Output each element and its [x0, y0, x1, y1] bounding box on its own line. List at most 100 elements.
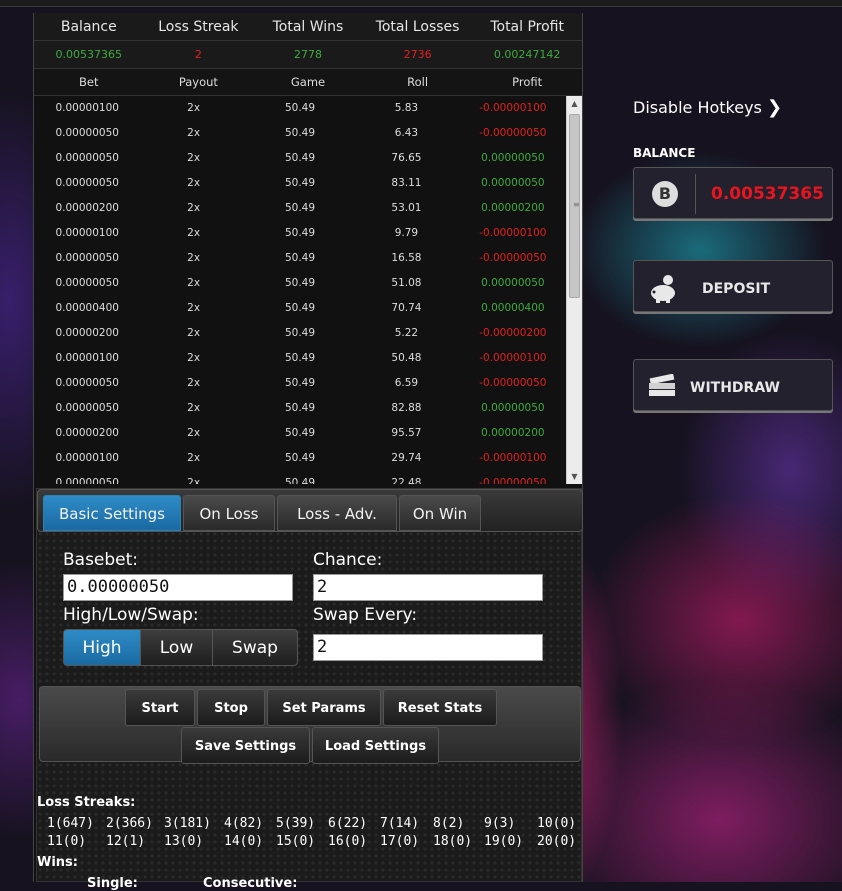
deposit-button[interactable]: DEPOSIT — [633, 260, 833, 312]
cell-game: 50.49 — [284, 327, 316, 339]
stop-button[interactable]: Stop — [197, 689, 265, 726]
stat-total-losses: 2736 — [403, 48, 432, 61]
stat-total-wins: 2778 — [293, 48, 322, 61]
loss-streak-count: 3(181) — [164, 816, 211, 831]
cell-roll: 9.79 — [394, 227, 419, 239]
scroll-up-icon[interactable]: ▲ — [567, 96, 582, 111]
swap-every-label: Swap Every: — [313, 605, 418, 625]
scroll-down-icon[interactable]: ▼ — [567, 469, 582, 484]
cell-profit: 0.00000200 — [481, 202, 545, 214]
tab-on-win[interactable]: On Win — [399, 495, 481, 531]
col-bet: Bet — [79, 75, 99, 89]
cell-roll: 5.83 — [394, 102, 419, 114]
cell-bet: 0.00000050 — [55, 477, 119, 484]
disable-hotkeys-label: Disable Hotkeys — [633, 98, 762, 117]
loss-streak-count: 8(2) — [433, 816, 465, 831]
table-row: 0.00000100 2x 50.49 50.48 -0.00000100 — [34, 346, 566, 371]
basebet-input[interactable]: 0.00000050 — [63, 574, 293, 601]
load-settings-button[interactable]: Load Settings — [312, 727, 439, 764]
loss-streak-count: 20(0) — [537, 834, 577, 849]
cell-game: 50.49 — [284, 152, 316, 164]
loss-streak-count: 6(22) — [328, 816, 368, 831]
cell-roll: 76.65 — [391, 152, 422, 164]
loss-streak-count: 15(0) — [276, 834, 316, 849]
chance-input[interactable]: 2 — [313, 574, 543, 601]
balance-value: 0.00537365 — [711, 184, 824, 204]
cell-bet: 0.00000100 — [55, 227, 119, 239]
table-row: 0.00000050 2x 50.49 76.65 0.00000050 — [34, 146, 566, 171]
cell-roll: 82.88 — [391, 402, 422, 414]
loss-streak-count: 19(0) — [484, 834, 524, 849]
table-row: 0.00000050 2x 50.49 22.48 -0.00000050 — [34, 471, 566, 484]
settings-panel: Basic Settings On Loss Loss - Adv. On Wi… — [36, 488, 583, 891]
stat-total-profit: 0.00247142 — [493, 48, 561, 61]
loss-streak-count: 11(0) — [47, 834, 87, 849]
withdraw-button[interactable]: WITHDRAW — [633, 359, 833, 411]
swap-every-input[interactable]: 2 — [313, 634, 543, 661]
cell-game: 50.49 — [284, 177, 316, 189]
cell-bet: 0.00000050 — [55, 252, 119, 264]
disable-hotkeys-link[interactable]: Disable Hotkeys ❯ — [633, 97, 782, 118]
cell-payout: 2x — [187, 427, 201, 439]
start-button[interactable]: Start — [125, 689, 195, 726]
bet-log-scrollbar[interactable]: ▲ ≡ ▼ — [566, 96, 582, 484]
wins-consecutive-label: Consecutive: — [203, 876, 298, 891]
loss-streak-count: 1(647) — [47, 816, 94, 831]
table-row: 0.00000050 2x 50.49 16.58 -0.00000050 — [34, 246, 566, 271]
col-profit: Profit — [512, 75, 543, 89]
scroll-thumb[interactable]: ≡ — [569, 114, 580, 298]
cell-bet: 0.00000050 — [55, 152, 119, 164]
cell-bet: 0.00000100 — [55, 452, 119, 464]
cell-bet: 0.00000050 — [55, 177, 119, 189]
divider — [695, 174, 696, 214]
cell-game: 50.49 — [284, 452, 316, 464]
cell-profit: -0.00000050 — [479, 377, 547, 389]
swap-button[interactable]: Swap — [212, 629, 298, 666]
stat-header-total-losses: Total Losses — [362, 13, 473, 41]
cell-roll: 6.59 — [394, 377, 419, 389]
cell-payout: 2x — [187, 277, 201, 289]
tab-on-loss[interactable]: On Loss — [183, 495, 275, 531]
cell-roll: 53.01 — [391, 202, 422, 214]
cell-bet: 0.00000100 — [55, 102, 119, 114]
cell-payout: 2x — [187, 452, 201, 464]
set-params-button[interactable]: Set Params — [267, 689, 381, 726]
tab-basic-settings[interactable]: Basic Settings — [43, 495, 181, 531]
low-button[interactable]: Low — [140, 629, 213, 666]
cell-bet: 0.00000100 — [55, 352, 119, 364]
table-row: 0.00000100 2x 50.49 5.83 -0.00000100 — [34, 96, 566, 121]
cell-profit: 0.00000050 — [481, 277, 545, 289]
cell-bet: 0.00000050 — [55, 402, 119, 414]
cell-roll: 29.74 — [391, 452, 422, 464]
cell-game: 50.49 — [284, 277, 316, 289]
cash-stack-icon — [649, 374, 675, 396]
cell-roll: 95.57 — [391, 427, 422, 439]
table-row: 0.00000200 2x 50.49 95.57 0.00000200 — [34, 421, 566, 446]
cell-game: 50.49 — [284, 427, 316, 439]
cell-bet: 0.00000050 — [55, 127, 119, 139]
loss-streak-count: 2(366) — [106, 816, 153, 831]
bet-log[interactable]: 0.00000100 2x 50.49 5.83 -0.00000100 0.000000… — [34, 96, 582, 484]
high-button[interactable]: High — [63, 629, 141, 666]
hls-label: High/Low/Swap: — [63, 605, 199, 625]
cell-payout: 2x — [187, 102, 201, 114]
reset-stats-button[interactable]: Reset Stats — [383, 689, 497, 726]
cell-game: 50.49 — [284, 127, 316, 139]
save-settings-button[interactable]: Save Settings — [181, 727, 310, 764]
col-payout: Payout — [178, 75, 218, 89]
cell-payout: 2x — [187, 152, 201, 164]
deposit-label: DEPOSIT — [702, 281, 771, 297]
cell-roll: 83.11 — [391, 177, 422, 189]
cell-profit: -0.00000100 — [479, 102, 547, 114]
tab-loss-adv[interactable]: Loss - Adv. — [277, 495, 397, 531]
cell-profit: 0.00000050 — [481, 152, 545, 164]
cell-payout: 2x — [187, 177, 201, 189]
action-bar: Start Stop Set Params Reset Stats Save S… — [39, 686, 581, 764]
loss-streak-count: 12(1) — [106, 834, 146, 849]
balance-card: B 0.00537365 — [633, 167, 833, 219]
stat-loss-streak: 2 — [194, 48, 202, 61]
cell-profit: 0.00000050 — [481, 402, 545, 414]
table-row: 0.00000050 2x 50.49 6.43 -0.00000050 — [34, 121, 566, 146]
bot-panel: Balance Loss Streak Total Wins Total Los… — [33, 13, 583, 891]
chevron-right-icon: ❯ — [766, 97, 783, 118]
